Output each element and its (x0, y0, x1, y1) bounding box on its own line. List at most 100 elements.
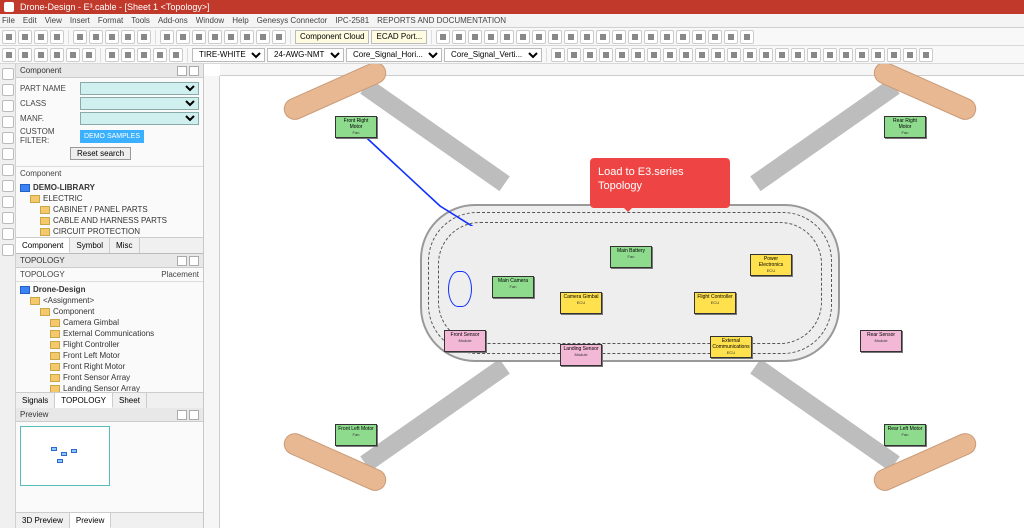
tool-icon[interactable] (89, 30, 103, 44)
menu-view[interactable]: View (45, 16, 62, 25)
tool-icon[interactable] (50, 30, 64, 44)
gutter-icon[interactable] (2, 116, 14, 128)
tree-item[interactable]: Component (53, 307, 94, 316)
tool-icon[interactable] (740, 30, 754, 44)
gutter-icon[interactable] (2, 244, 14, 256)
menu-help[interactable]: Help (232, 16, 248, 25)
input-manf[interactable] (80, 112, 199, 125)
tool-icon[interactable] (628, 30, 642, 44)
tab-symbol[interactable]: Symbol (70, 238, 110, 253)
tree-item[interactable]: Camera Gimbal (63, 318, 119, 327)
tool-icon[interactable] (743, 48, 757, 62)
block-main-battery[interactable]: Main BatteryFan (610, 246, 652, 268)
tool-icon[interactable] (121, 30, 135, 44)
tool-icon[interactable] (644, 30, 658, 44)
tool-icon[interactable] (692, 30, 706, 44)
chip-ecad-port[interactable]: ECAD Port... (371, 30, 427, 44)
tree-item[interactable]: Front Right Motor (63, 362, 125, 371)
library-root[interactable]: DEMO-LIBRARY (33, 183, 95, 192)
close-icon[interactable] (189, 256, 199, 266)
tool-icon[interactable] (153, 48, 167, 62)
block-rear-right-motor[interactable]: Rear Right MotorFan (884, 116, 926, 138)
tool-icon[interactable] (18, 30, 32, 44)
tool-icon[interactable] (583, 48, 597, 62)
tab-sheet[interactable]: Sheet (113, 393, 147, 408)
gutter-icon[interactable] (2, 180, 14, 192)
tool-icon[interactable] (240, 30, 254, 44)
tool-icon[interactable] (596, 30, 610, 44)
tab-component[interactable]: Component (16, 238, 70, 253)
input-partname[interactable] (80, 82, 199, 95)
tool-icon[interactable] (711, 48, 725, 62)
tool-icon[interactable] (66, 48, 80, 62)
select-awg[interactable]: 24-AWG-NMT (267, 48, 344, 62)
tool-icon[interactable] (34, 48, 48, 62)
chip-component-cloud[interactable]: Component Cloud (295, 30, 369, 44)
tool-icon[interactable] (272, 30, 286, 44)
drawing-area[interactable]: Front Right MotorFan Rear Right MotorFan… (220, 76, 1024, 528)
tool-icon[interactable] (548, 30, 562, 44)
tree-item[interactable]: <Assignment> (43, 296, 94, 305)
input-class[interactable] (80, 97, 199, 110)
menu-file[interactable]: File (2, 16, 15, 25)
tool-icon[interactable] (631, 48, 645, 62)
block-rear-left-motor[interactable]: Rear Left MotorFan (884, 424, 926, 446)
topo-root[interactable]: Drone-Design (33, 285, 85, 294)
block-landing-sensor[interactable]: Landing SensorModule (560, 344, 602, 366)
tool-icon[interactable] (176, 30, 190, 44)
tool-icon[interactable] (121, 48, 135, 62)
pin-icon[interactable] (177, 66, 187, 76)
gutter-icon[interactable] (2, 212, 14, 224)
block-front-right-motor[interactable]: Front Right MotorFan (335, 116, 377, 138)
tool-icon[interactable] (500, 30, 514, 44)
tool-icon[interactable] (660, 30, 674, 44)
close-icon[interactable] (189, 66, 199, 76)
gutter-icon[interactable] (2, 100, 14, 112)
main-canvas[interactable]: Front Right MotorFan Rear Right MotorFan… (204, 64, 1024, 528)
tool-icon[interactable] (436, 30, 450, 44)
menu-genesys[interactable]: Genesys Connector (257, 16, 328, 25)
tool-icon[interactable] (567, 48, 581, 62)
block-front-sensor[interactable]: Front SensorModule (444, 330, 486, 352)
tool-icon[interactable] (807, 48, 821, 62)
menu-tools[interactable]: Tools (131, 16, 150, 25)
tool-icon[interactable] (887, 48, 901, 62)
block-main-camera[interactable]: Main CameraFan (492, 276, 534, 298)
tool-icon[interactable] (676, 30, 690, 44)
tool-icon[interactable] (2, 30, 16, 44)
tree-item[interactable]: External Communications (63, 329, 154, 338)
tool-icon[interactable] (256, 30, 270, 44)
tab-3d-preview[interactable]: 3D Preview (16, 513, 70, 528)
tool-icon[interactable] (137, 48, 151, 62)
tree-item[interactable]: Front Sensor Array (63, 373, 130, 382)
tool-icon[interactable] (208, 30, 222, 44)
close-icon[interactable] (189, 410, 199, 420)
block-power-electronics[interactable]: Power ElectronicsECU (750, 254, 792, 276)
topology-tree[interactable]: Drone-Design <Assignment> Component Came… (16, 282, 203, 392)
tool-icon[interactable] (727, 48, 741, 62)
pin-icon[interactable] (177, 256, 187, 266)
tool-icon[interactable] (105, 48, 119, 62)
tool-icon[interactable] (452, 30, 466, 44)
menu-ipc[interactable]: IPC-2581 (335, 16, 369, 25)
menu-format[interactable]: Format (98, 16, 123, 25)
select-tire[interactable]: TIRE-WHITE (192, 48, 265, 62)
library-tree[interactable]: DEMO-LIBRARY ELECTRIC CABINET / PANEL PA… (16, 180, 203, 237)
tool-icon[interactable] (708, 30, 722, 44)
tool-icon[interactable] (791, 48, 805, 62)
tool-icon[interactable] (663, 48, 677, 62)
tool-icon[interactable] (580, 30, 594, 44)
tool-icon[interactable] (647, 48, 661, 62)
tool-icon[interactable] (695, 48, 709, 62)
tool-icon[interactable] (823, 48, 837, 62)
tree-item[interactable]: Flight Controller (63, 340, 119, 349)
tool-icon[interactable] (192, 30, 206, 44)
tree-item[interactable]: CABINET / PANEL PARTS (53, 205, 148, 214)
gutter-icon[interactable] (2, 132, 14, 144)
block-external-comm[interactable]: External CommunicationsECU (710, 336, 752, 358)
menu-insert[interactable]: Insert (70, 16, 90, 25)
tool-icon[interactable] (775, 48, 789, 62)
tab-misc[interactable]: Misc (110, 238, 139, 253)
tool-icon[interactable] (871, 48, 885, 62)
tool-icon[interactable] (160, 30, 174, 44)
